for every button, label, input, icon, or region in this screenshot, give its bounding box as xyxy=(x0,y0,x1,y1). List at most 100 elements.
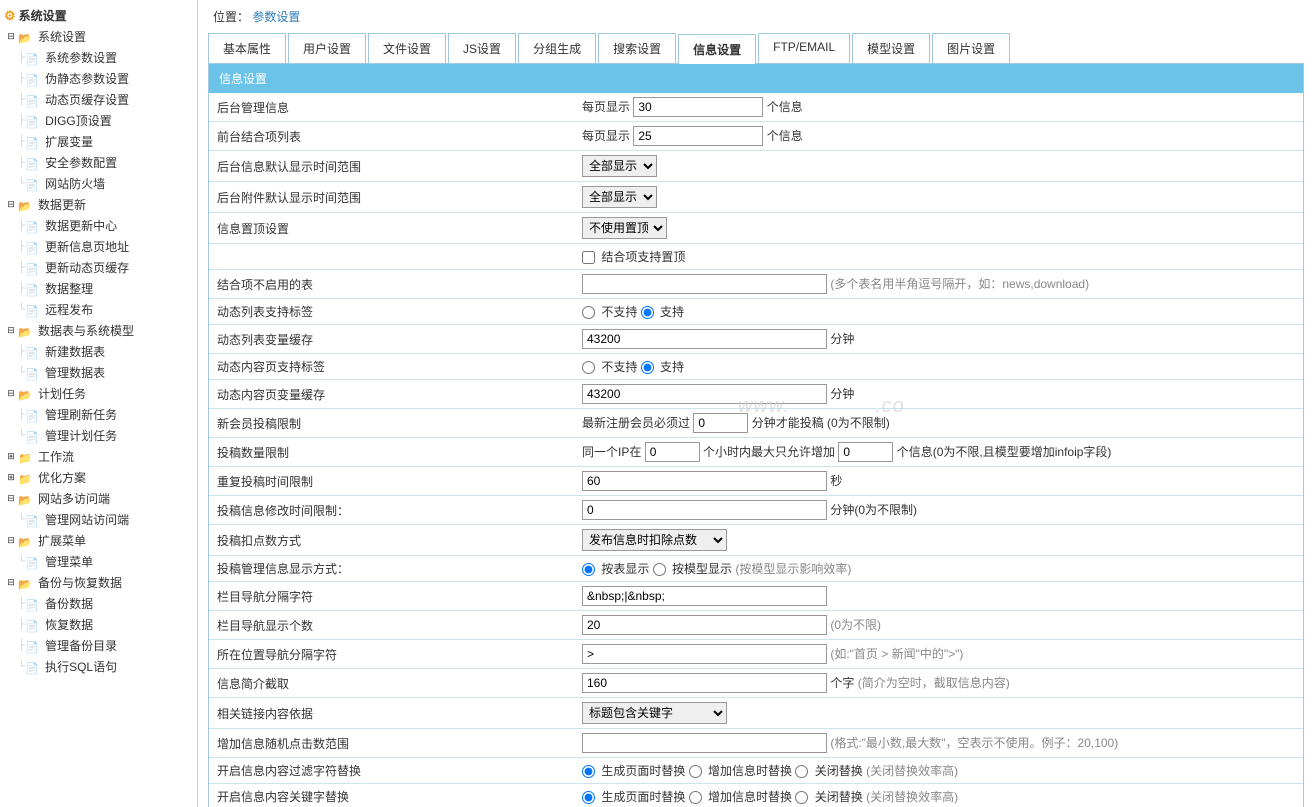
tab-JS设置[interactable]: JS设置 xyxy=(448,33,516,63)
tree-item[interactable]: ├备份数据 xyxy=(18,593,197,614)
tree-item[interactable]: └远程发布 xyxy=(18,299,197,320)
tree-item[interactable]: ├恢复数据 xyxy=(18,614,197,635)
tree-group[interactable]: ⊟数据表与系统模型 xyxy=(0,320,197,341)
folder-icon xyxy=(18,388,34,400)
tree-item[interactable]: ├数据更新中心 xyxy=(18,215,197,236)
tree-item[interactable]: ├动态页缓存设置 xyxy=(18,89,197,110)
nav-separator-input[interactable] xyxy=(582,586,827,606)
tree-group[interactable]: ⊟数据更新 xyxy=(0,194,197,215)
file-icon xyxy=(25,241,41,253)
file-icon xyxy=(25,346,41,358)
file-icon xyxy=(25,304,41,316)
summary-cut-input[interactable] xyxy=(582,673,827,693)
top-setting-select[interactable]: 不使用置顶 xyxy=(582,217,667,239)
plus-icon[interactable]: ⊞ xyxy=(4,472,18,483)
tree-item[interactable]: └网站防火墙 xyxy=(18,173,197,194)
tree-item[interactable]: ├更新信息页地址 xyxy=(18,236,197,257)
folder-icon xyxy=(18,325,34,337)
tree-group[interactable]: ⊟系统设置 xyxy=(0,26,197,47)
file-icon xyxy=(25,94,41,106)
tab-基本属性[interactable]: 基本属性 xyxy=(208,33,286,63)
tree-item[interactable]: └管理数据表 xyxy=(18,362,197,383)
minus-icon[interactable]: ⊟ xyxy=(4,493,18,504)
minus-icon[interactable]: ⊟ xyxy=(4,577,18,588)
file-icon xyxy=(25,262,41,274)
minus-icon[interactable]: ⊟ xyxy=(4,388,18,399)
tree-item[interactable]: ├新建数据表 xyxy=(18,341,197,362)
tree-item[interactable]: └管理计划任务 xyxy=(18,425,197,446)
tree-item[interactable]: ├扩展变量 xyxy=(18,131,197,152)
breadcrumb: 位置： 参数设置 xyxy=(208,5,1304,33)
tree-item[interactable]: └管理网站访问端 xyxy=(18,509,197,530)
tab-图片设置[interactable]: 图片设置 xyxy=(932,33,1010,63)
tree-item[interactable]: ├管理备份目录 xyxy=(18,635,197,656)
tab-文件设置[interactable]: 文件设置 xyxy=(368,33,446,63)
list-cache-input[interactable] xyxy=(582,329,827,349)
location-sep-input[interactable] xyxy=(582,644,827,664)
minus-icon[interactable]: ⊟ xyxy=(4,31,18,42)
settings-table: 后台管理信息每页显示 个信息 前台结合项列表每页显示 个信息 后台信息默认显示时… xyxy=(209,93,1303,807)
tab-FTP/EMAIL[interactable]: FTP/EMAIL xyxy=(758,33,850,63)
tree-item[interactable]: └执行SQL语句 xyxy=(18,656,197,677)
file-icon xyxy=(25,640,41,652)
tab-搜索设置[interactable]: 搜索设置 xyxy=(598,33,676,63)
ip-max-input[interactable] xyxy=(838,442,893,462)
repeat-limit-input[interactable] xyxy=(582,471,827,491)
tree-item[interactable]: ├更新动态页缓存 xyxy=(18,257,197,278)
tree-group[interactable]: ⊞优化方案 xyxy=(0,467,197,488)
tab-信息设置[interactable]: 信息设置 xyxy=(678,34,756,64)
related-link-select[interactable]: 标题包含关键字 xyxy=(582,702,727,724)
tree-group[interactable]: ⊞工作流 xyxy=(0,446,197,467)
time-range-info-select[interactable]: 全部显示 xyxy=(582,155,657,177)
folder-icon xyxy=(18,535,34,547)
tree-item[interactable]: ├系统参数设置 xyxy=(18,47,197,68)
tab-模型设置[interactable]: 模型设置 xyxy=(852,33,930,63)
main-content: www. .co 位置： 参数设置 基本属性用户设置文件设置JS设置分组生成搜索… xyxy=(198,0,1314,807)
minus-icon[interactable]: ⊟ xyxy=(4,199,18,210)
folder-icon xyxy=(18,31,34,43)
plus-icon[interactable]: ⊞ xyxy=(4,451,18,462)
nav-count-input[interactable] xyxy=(582,615,827,635)
file-icon xyxy=(25,115,41,127)
file-icon xyxy=(25,598,41,610)
per-page-admin-input[interactable] xyxy=(633,97,763,117)
tab-用户设置[interactable]: 用户设置 xyxy=(288,33,366,63)
file-icon xyxy=(25,157,41,169)
ip-hours-input[interactable] xyxy=(645,442,700,462)
minus-icon[interactable]: ⊟ xyxy=(4,535,18,546)
file-icon xyxy=(25,430,41,442)
folder-icon xyxy=(18,577,34,589)
content-cache-input[interactable] xyxy=(582,384,827,404)
random-click-input[interactable] xyxy=(582,733,827,753)
tree-item[interactable]: └管理菜单 xyxy=(18,551,197,572)
tree-item[interactable]: ├数据整理 xyxy=(18,278,197,299)
tree-item[interactable]: ├安全参数配置 xyxy=(18,152,197,173)
folder-icon xyxy=(18,451,34,463)
edit-time-limit-input[interactable] xyxy=(582,500,827,520)
new-member-limit-input[interactable] xyxy=(693,413,748,433)
tab-分组生成[interactable]: 分组生成 xyxy=(518,33,596,63)
file-icon xyxy=(25,367,41,379)
time-range-attach-select[interactable]: 全部显示 xyxy=(582,186,657,208)
point-deduct-select[interactable]: 发布信息时扣除点数 xyxy=(582,529,727,551)
combine-top-checkbox[interactable] xyxy=(582,251,595,264)
tree-group[interactable]: ⊟备份与恢复数据 xyxy=(0,572,197,593)
gear-icon xyxy=(4,8,19,24)
minus-icon[interactable]: ⊟ xyxy=(4,325,18,336)
disabled-tables-input[interactable] xyxy=(582,274,827,294)
tree-group[interactable]: ⊟网站多访问端 xyxy=(0,488,197,509)
tree-item[interactable]: ├DIGG顶设置 xyxy=(18,110,197,131)
breadcrumb-link[interactable]: 参数设置 xyxy=(252,10,300,24)
folder-icon xyxy=(18,199,34,211)
panel-title: 信息设置 xyxy=(209,64,1303,93)
tree-item[interactable]: ├伪静态参数设置 xyxy=(18,68,197,89)
file-icon xyxy=(25,73,41,85)
per-page-front-input[interactable] xyxy=(633,126,763,146)
tree-item[interactable]: ├管理刷新任务 xyxy=(18,404,197,425)
tree-group[interactable]: ⊟计划任务 xyxy=(0,383,197,404)
tree-root[interactable]: 系统设置 xyxy=(0,5,197,26)
tree-group[interactable]: ⊟扩展菜单 xyxy=(0,530,197,551)
file-icon xyxy=(25,178,41,190)
file-icon xyxy=(25,556,41,568)
file-icon xyxy=(25,409,41,421)
